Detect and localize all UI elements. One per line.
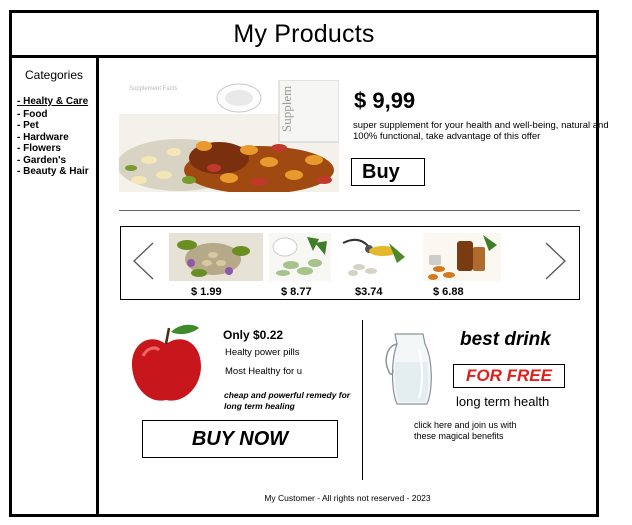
chevron-left-icon[interactable] (131, 241, 155, 281)
page-frame: My Products Categories - Healty & Care -… (9, 10, 609, 517)
hero-description: super supplement for your health and wel… (353, 120, 609, 142)
category-list: - Healty & Care - Food - Pet - Hardware … (17, 96, 89, 178)
join-link[interactable]: click here and join us with these magica… (414, 420, 524, 442)
promo-price: Only $0.22 (223, 328, 284, 342)
carousel-price-2: $ 8.77 (281, 286, 312, 298)
herbal-pills-image[interactable] (169, 233, 263, 281)
carousel-price-4: $ 6.88 (433, 286, 464, 298)
carousel-price-3: $3.74 (355, 286, 383, 298)
pills-stethoscope-image[interactable] (339, 233, 409, 281)
apple-image (129, 322, 204, 404)
sidebar-item-flowers[interactable]: - Flowers (17, 143, 89, 155)
footer: My Customer - All rights not reserved - … (264, 493, 431, 503)
supplement-pills-image[interactable]: Supplem Supplement Facts (119, 80, 339, 192)
sidebar-title: Categories (24, 68, 84, 82)
water-jug-image (383, 330, 437, 408)
carousel-price-1: $ 1.99 (191, 286, 222, 298)
promo-note: cheap and powerful remedy for long term … (224, 390, 351, 411)
hero-price: $ 9,99 (354, 88, 416, 113)
page-title: My Products (233, 19, 375, 48)
promo-line-2: Most Healthy for u (225, 366, 303, 377)
sidebar-item-food[interactable]: - Food (17, 109, 89, 121)
for-free-button[interactable]: FOR FREE (453, 364, 565, 388)
supplement-bottles-image[interactable] (423, 233, 501, 281)
sidebar-item-beauty-hair[interactable]: - Beauty & Hair (17, 166, 89, 178)
sidebar-item-hardware[interactable]: - Hardware (17, 132, 89, 144)
sidebar-item-healty-care[interactable]: - Healty & Care (17, 96, 89, 108)
drink-title: best drink (460, 329, 551, 350)
main-content: Supplem Supplement Facts $ 9,99 super su… (99, 58, 609, 514)
sidebar: Categories - Healty & Care - Food - Pet … (12, 58, 99, 514)
section-divider (119, 210, 580, 211)
buy-now-button[interactable]: BUY NOW (142, 420, 338, 458)
promo-line-1: Healty power pills (225, 347, 300, 358)
product-carousel: $ 1.99 $ 8.77 $3.74 $ 6.88 (120, 226, 580, 300)
drink-subtitle: long term health (456, 394, 550, 409)
svg-text:Supplem: Supplem (279, 86, 294, 132)
sidebar-item-gardens[interactable]: - Garden's (17, 155, 89, 167)
svg-text:Supplement Facts: Supplement Facts (129, 86, 177, 92)
green-capsules-image[interactable] (269, 233, 331, 281)
sidebar-item-pet[interactable]: - Pet (17, 120, 89, 132)
buy-button[interactable]: Buy (351, 158, 425, 186)
promo-divider (362, 320, 363, 480)
page-header: My Products (12, 13, 596, 58)
chevron-right-icon[interactable] (544, 241, 568, 281)
